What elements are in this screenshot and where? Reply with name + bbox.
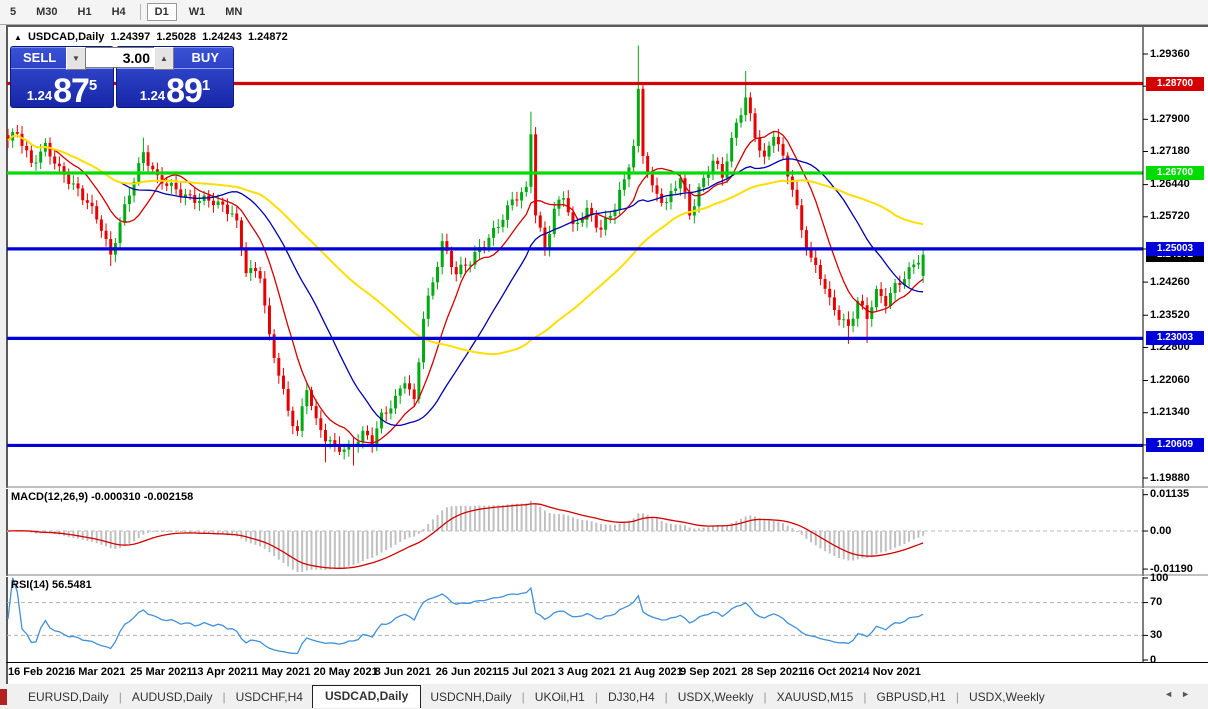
price-tick-label: 1.27900 [1150, 112, 1190, 125]
tab-scroll-arrows: ◄► [1164, 689, 1198, 699]
sell-price-pip: 5 [88, 77, 98, 94]
date-tick-label: 3 Aug 2021 [557, 666, 616, 678]
chart-title: ▲ USDCAD,Daily 1.24397 1.25028 1.24243 1… [14, 31, 291, 43]
date-tick-label: 13 Apr 2021 [191, 666, 253, 678]
price-tick-label: 30 [1150, 628, 1163, 641]
tab-separator: | [763, 689, 767, 704]
chart-tab-usdcad-daily[interactable]: USDCAD,Daily [311, 685, 422, 708]
chart-tab-ukoil-h1[interactable]: UKOil,H1 [526, 687, 594, 707]
chart-tab-audusd-daily[interactable]: AUDUSD,Daily [123, 687, 222, 707]
ma-fast [7, 130, 924, 444]
sell-price-prefix: 1.24 [26, 88, 53, 103]
macd-values: -0.000310 -0.002158 [91, 491, 194, 503]
price-level-badge: 1.25003 [1146, 241, 1204, 256]
tab-separator: | [664, 689, 668, 704]
price-tick-label: 1.24260 [1150, 275, 1190, 288]
volume-increase-button[interactable]: ▲ [154, 47, 174, 70]
ohlc-open: 1.24397 [110, 31, 151, 43]
mt4-window: 5 M30 H1 H4 D1 W1 MN ▲ USDCAD,Daily 1.24397 1.… [0, 0, 1208, 709]
chart-tab-bar: EURUSD,Daily | AUDUSD,Daily | USDCHF,H4 USDCA… [0, 684, 1208, 709]
tab-separator: | [222, 689, 226, 704]
sell-price: 1.24 87 5 [11, 69, 113, 108]
tab-separator: | [118, 689, 122, 704]
price-tick-label: 100 [1150, 571, 1169, 584]
rsi-name: RSI(14) [11, 579, 49, 591]
date-tick-label: 16 Feb 2021 [8, 666, 71, 678]
ohlc-low: 1.24243 [202, 31, 242, 43]
macd-layer [7, 500, 1143, 572]
one-click-trade-panel: SELL 1.24 87 5 BUY 1.24 89 1 ▼ ▲ [10, 46, 234, 108]
buy-label: BUY [191, 50, 219, 65]
volume-decrease-button[interactable]: ▼ [66, 47, 86, 70]
price-level-badge: 1.26700 [1146, 165, 1204, 180]
price-tick-label: 1.25720 [1150, 210, 1190, 223]
buy-price-prefix: 1.24 [139, 88, 166, 103]
symbol-name: USDCAD,Daily [27, 31, 105, 43]
tab-separator: | [863, 689, 867, 704]
chart-tab-usdx-weekly[interactable]: USDX,Weekly [669, 687, 763, 707]
price-level-badge: 1.23003 [1146, 331, 1204, 346]
price-level-badge: 1.20609 [1146, 438, 1204, 453]
sell-price-big: 87 [53, 72, 90, 110]
chart-tab-xauusd-m15[interactable]: XAUUSD,M15 [768, 687, 863, 707]
volume-input[interactable] [86, 47, 154, 68]
date-tick-label: 6 Mar 2021 [69, 666, 126, 678]
date-tick-label: 26 Jun 2021 [435, 666, 499, 678]
tab-separator: | [955, 689, 959, 704]
ma-slow [7, 134, 924, 356]
ohlc-close: 1.24872 [247, 31, 288, 43]
rsi-layer [7, 577, 1143, 655]
price-tick-label: 1.22060 [1150, 374, 1190, 387]
tab-scroll-right-icon[interactable]: ► [1181, 689, 1198, 699]
chart-tab-dj30-h4[interactable]: DJ30,H4 [599, 687, 664, 707]
date-tick-label: 25 Mar 2021 [130, 666, 193, 678]
price-tick-label: 1.27180 [1150, 145, 1190, 157]
tab-separator: | [594, 689, 598, 704]
date-tick-label: 9 Sep 2021 [680, 666, 737, 678]
chart-tab-usdchf-h4[interactable]: USDCHF,H4 [227, 687, 312, 707]
tab-scroll-left-icon[interactable]: ◄ [1164, 689, 1181, 699]
buy-price: 1.24 89 1 [117, 69, 233, 108]
ohlc-high: 1.25028 [156, 31, 197, 43]
price-tick-label: 1.29360 [1150, 47, 1190, 60]
date-tick-label: 4 Nov 2021 [863, 666, 921, 678]
volume-spinner: ▼ ▲ [66, 47, 174, 70]
chart-tab-gbpusd-h1[interactable]: GBPUSD,H1 [867, 687, 954, 707]
date-tick-label: 15 Jul 2021 [496, 666, 556, 678]
macd-name: MACD(12,26,9) [11, 491, 89, 503]
date-tick-label: 28 Sep 2021 [741, 666, 805, 678]
buy-price-pip: 1 [201, 77, 211, 94]
date-tick-label: 1 May 2021 [252, 666, 311, 678]
buy-price-big: 89 [166, 72, 203, 110]
rsi-line [7, 577, 924, 655]
date-tick-label: 21 Aug 2021 [619, 666, 683, 678]
tab-separator: | [521, 689, 525, 704]
price-tick-label: 1.21340 [1150, 406, 1190, 419]
sell-label: SELL [23, 50, 57, 65]
price-tick-label: 0.01135 [1150, 488, 1190, 501]
date-tick-label: 16 Oct 2021 [802, 666, 864, 678]
date-tick-label: 20 May 2021 [313, 666, 378, 678]
chart-tab-eurusd-daily[interactable]: EURUSD,Daily [19, 687, 118, 707]
macd-label: MACD(12,26,9) -0.000310 -0.002158 [11, 491, 193, 503]
price-level-badge: 1.28700 [1146, 76, 1204, 91]
tab-strip-marker-icon [0, 688, 7, 705]
date-tick-label: 8 Jun 2021 [374, 666, 431, 678]
ma-medium [7, 134, 924, 427]
rsi-label: RSI(14) 56.5481 [11, 579, 92, 591]
symbol-marker-icon: ▲ [14, 33, 22, 42]
price-tick-label: 1.23520 [1150, 308, 1190, 321]
chart-tab-usdx-weekly[interactable]: USDX,Weekly [960, 687, 1054, 707]
chart-tab-usdcnh-daily[interactable]: USDCNH,Daily [421, 687, 520, 707]
price-tick-label: 0.00 [1150, 524, 1172, 537]
price-tick-label: 0 [1150, 653, 1157, 666]
price-tick-label: 1.19880 [1150, 471, 1190, 484]
rsi-value: 56.5481 [51, 579, 92, 591]
price-tick-label: 70 [1150, 596, 1163, 609]
